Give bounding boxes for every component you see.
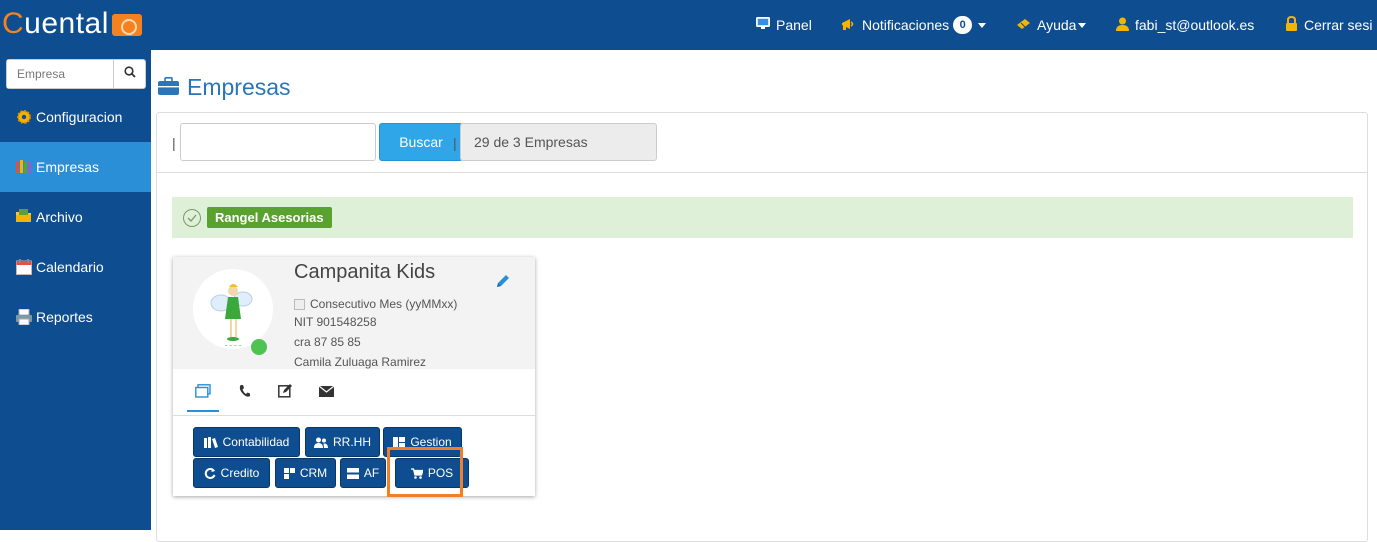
- sidebar-item-archivo[interactable]: Archivo: [0, 192, 151, 242]
- user-icon: [1116, 17, 1129, 34]
- check-circle-icon: [183, 208, 201, 227]
- monitor-icon: [756, 17, 770, 33]
- chevron-down-icon: [1078, 22, 1087, 28]
- company-card-header: ~ ~ ~ ~ Campanita Kids Consecutivo Mes (…: [173, 257, 535, 369]
- briefcase-icon: [158, 74, 179, 101]
- company-group-header[interactable]: Rangel Asesorias: [172, 197, 1353, 238]
- layers-icon: [346, 467, 359, 479]
- nav-notifications-label: Notificaciones: [862, 17, 950, 33]
- results-count: 29 de 3 Empresas: [460, 123, 657, 161]
- sidebar-item-label: Empresas: [36, 159, 100, 175]
- company-name: Campanita Kids: [294, 261, 436, 283]
- nav-logout-label: Cerrar sesi: [1304, 17, 1373, 33]
- sidebar-search: [6, 59, 146, 89]
- nav-panel[interactable]: Panel: [756, 0, 812, 50]
- money-icon: [111, 14, 142, 36]
- page-title-text: Empresas: [187, 74, 291, 100]
- tab-window[interactable]: [187, 383, 219, 412]
- page-title: Empresas: [158, 74, 291, 101]
- company-nit: NIT 901548258: [294, 315, 377, 329]
- svg-text:~ ~ ~ ~: ~ ~ ~ ~: [224, 343, 241, 348]
- brand-name-rest: uental: [24, 7, 109, 40]
- bullhorn-icon: [841, 17, 856, 34]
- sidebar-item-empresas[interactable]: Empresas: [0, 142, 151, 192]
- search-icon: [123, 65, 136, 83]
- chevron-down-icon: [978, 22, 987, 28]
- nav-logout[interactable]: Cerrar sesi: [1285, 0, 1372, 50]
- company-avatar: ~ ~ ~ ~: [193, 269, 273, 349]
- tab-phone[interactable]: [235, 384, 253, 402]
- search-button[interactable]: Buscar: [379, 123, 463, 161]
- folder-icon: [16, 209, 32, 225]
- users-icon: [314, 437, 328, 448]
- module-label: Contabilidad: [222, 435, 290, 449]
- separator: |: [453, 135, 457, 151]
- sidebar-item-calendario[interactable]: Calendario: [0, 242, 151, 292]
- nav-notifications[interactable]: Notificaciones 0: [841, 0, 987, 50]
- consecutive-checkbox[interactable]: [294, 298, 305, 310]
- module-credito-button[interactable]: Credito: [193, 458, 270, 488]
- refresh-icon: [204, 467, 216, 479]
- lock-icon: [1285, 15, 1298, 34]
- ticket-icon: [1016, 17, 1031, 33]
- module-label: CRM: [299, 466, 328, 480]
- nav-help[interactable]: Ayuda: [1016, 0, 1087, 50]
- nav-panel-label: Panel: [776, 17, 812, 33]
- sidebar-item-label: Archivo: [36, 209, 83, 225]
- fairy-logo-icon: ~ ~ ~ ~: [210, 284, 253, 348]
- search-button[interactable]: [113, 60, 145, 88]
- separator: |: [172, 135, 176, 151]
- printer-icon: [16, 308, 32, 326]
- sidebar-item-configuracion[interactable]: Configuracion: [0, 92, 151, 142]
- top-navbar: Cuental Panel Notificaciones 0 Ayuda fab…: [0, 0, 1377, 50]
- consecutive-label: Consecutivo Mes (yyMMxx): [310, 297, 458, 311]
- sidebar: Configuracion Empresas Archivo Calendari…: [0, 50, 151, 530]
- company-card: ~ ~ ~ ~ Campanita Kids Consecutivo Mes (…: [173, 257, 535, 496]
- module-label: AF: [363, 466, 380, 480]
- pos-highlight-box: [387, 447, 463, 497]
- module-label: RR.HH: [333, 435, 371, 449]
- nav-user-email: fabi_st@outlook.es: [1135, 17, 1255, 33]
- company-search-input[interactable]: [7, 60, 113, 88]
- calendar-icon: [16, 259, 32, 275]
- module-af-button[interactable]: AF: [340, 458, 386, 488]
- blocks-icon: [283, 467, 295, 479]
- nav-user[interactable]: fabi_st@outlook.es: [1116, 0, 1254, 50]
- tab-notes[interactable]: [276, 384, 294, 402]
- books-icon: [203, 436, 218, 448]
- online-status-dot: [251, 339, 267, 355]
- company-contact: Camila Zuluaga Ramirez: [294, 355, 427, 369]
- books-icon: [16, 159, 32, 175]
- brand-initial: C: [2, 7, 25, 40]
- envelope-icon: [318, 384, 334, 402]
- module-label: Credito: [220, 466, 260, 480]
- grid-icon: [393, 436, 406, 448]
- notifications-badge: 0: [953, 16, 973, 34]
- tab-email[interactable]: [317, 384, 335, 402]
- companies-panel: | Buscar | 29 de 3 Empresas Rangel Aseso…: [156, 112, 1368, 542]
- company-address: cra 87 85 85: [294, 335, 361, 349]
- sidebar-item-label: Reportes: [36, 309, 93, 325]
- module-rrhh-button[interactable]: RR.HH: [305, 427, 380, 457]
- edit-note-icon: [277, 383, 293, 403]
- group-label: Rangel Asesorias: [207, 207, 332, 228]
- module-crm-button[interactable]: CRM: [275, 458, 336, 488]
- company-card-tabs: [173, 369, 535, 416]
- window-icon: [195, 383, 211, 403]
- search-toolbar: | Buscar | 29 de 3 Empresas: [157, 113, 1367, 173]
- sidebar-item-label: Configuracion: [36, 109, 123, 125]
- pencil-icon[interactable]: [495, 273, 511, 294]
- sidebar-item-reportes[interactable]: Reportes: [0, 292, 151, 342]
- sidebar-item-label: Calendario: [36, 259, 104, 275]
- phone-icon: [238, 384, 250, 403]
- consecutive-option[interactable]: Consecutivo Mes (yyMMxx): [294, 297, 457, 311]
- company-filter-input[interactable]: [180, 123, 376, 161]
- nav-help-label: Ayuda: [1037, 17, 1077, 33]
- gear-icon: [16, 109, 32, 125]
- module-contabilidad-button[interactable]: Contabilidad: [193, 427, 300, 457]
- brand-logo[interactable]: Cuental: [2, 4, 142, 44]
